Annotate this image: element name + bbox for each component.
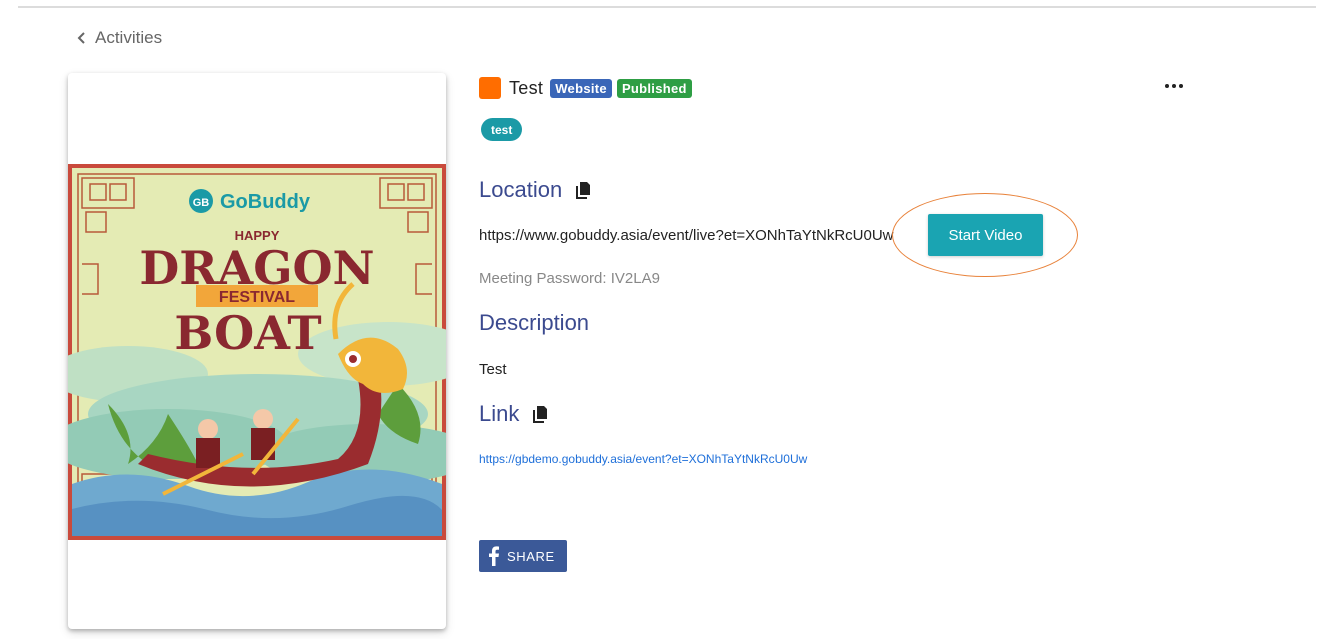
back-link[interactable]: Activities [76, 28, 162, 48]
event-image-card: GB GoBuddy HAPPY DRAGON FESTIVAL BOAT [68, 73, 446, 629]
event-link[interactable]: https://gbdemo.gobuddy.asia/event?et=XON… [479, 452, 807, 466]
link-heading: Link [479, 401, 548, 427]
description-text: Test [479, 361, 507, 378]
event-header: Test Website Published [479, 77, 692, 99]
poster-logo-mark: GB [193, 197, 210, 209]
facebook-icon [489, 546, 499, 566]
share-label: SHARE [507, 548, 555, 564]
chevron-left-icon [77, 32, 85, 44]
poster-brand: GoBuddy [220, 191, 311, 213]
location-heading: Location [479, 177, 591, 203]
top-divider [18, 6, 1316, 8]
description-heading: Description [479, 310, 589, 336]
facebook-share-button[interactable]: SHARE [479, 540, 567, 572]
location-heading-text: Location [479, 177, 563, 202]
event-color-swatch [479, 77, 501, 99]
poster-line-boat: BOAT [174, 306, 321, 360]
link-heading-text: Link [479, 401, 520, 426]
back-label: Activities [95, 28, 163, 47]
event-tag: test [481, 118, 523, 141]
copy-icon[interactable] [533, 405, 548, 423]
event-poster-image: GB GoBuddy HAPPY DRAGON FESTIVAL BOAT [68, 164, 446, 540]
poster-line-festival: FESTIVAL [219, 289, 295, 306]
start-video-button[interactable]: Start Video [928, 214, 1043, 256]
copy-icon[interactable] [576, 181, 591, 199]
more-options-button[interactable] [1165, 84, 1183, 88]
published-badge: Published [616, 78, 692, 98]
event-title: Test [509, 77, 544, 98]
description-heading-text: Description [479, 310, 590, 335]
more-horizontal-icon [1165, 84, 1169, 88]
website-badge: Website [550, 78, 612, 98]
meeting-password: Meeting Password: IV2LA9 [479, 270, 660, 287]
location-url: https://www.gobuddy.asia/event/live?et=X… [479, 227, 894, 244]
